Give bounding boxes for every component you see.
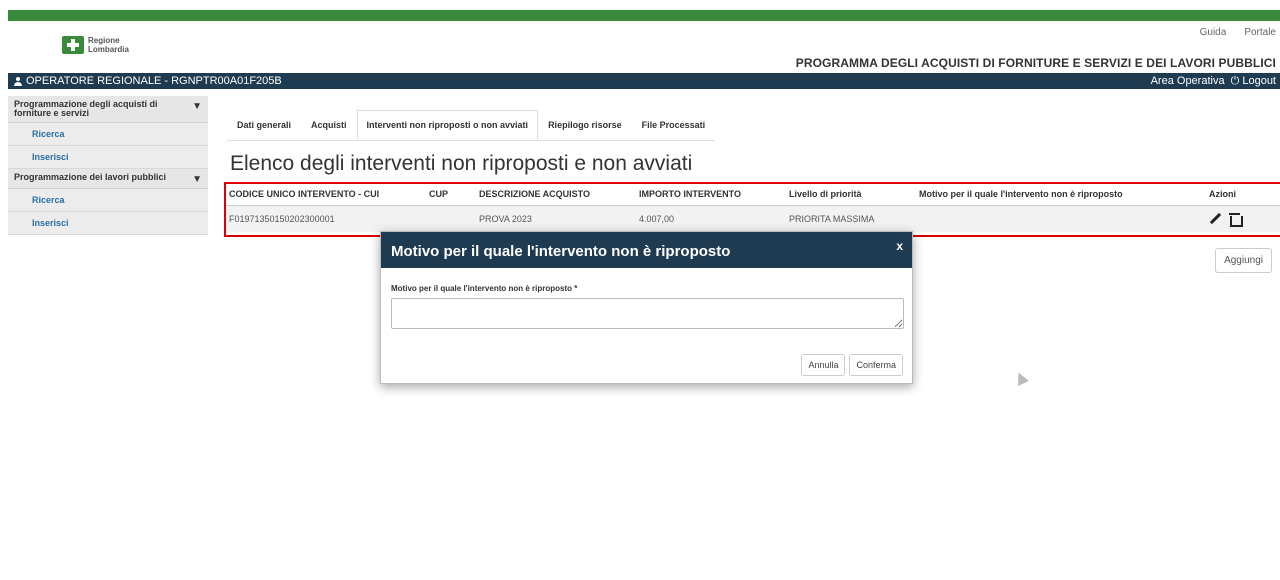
- col-priorita: Livello di priorità: [785, 183, 915, 206]
- logo-line-1: Regione: [88, 36, 120, 45]
- conferma-button[interactable]: Conferma: [849, 354, 903, 376]
- motivo-textarea[interactable]: [391, 298, 904, 329]
- tab-bar: Dati generali Acquisti Interventi non ri…: [227, 110, 716, 141]
- top-color-strip: [8, 10, 1280, 21]
- sidebar-item-lavori-inserisci[interactable]: Inserisci: [8, 212, 208, 235]
- col-azioni: Azioni: [1205, 183, 1280, 206]
- col-cup: CUP: [425, 183, 475, 206]
- power-icon: ⏻: [1230, 74, 1240, 87]
- mouse-cursor-icon: [1013, 370, 1029, 386]
- user-name: OPERATORE REGIONALE - RGNPTR00A01F205B: [26, 75, 282, 87]
- chevron-down-icon: ▼: [192, 101, 202, 112]
- cell-motivo: [915, 205, 1205, 232]
- col-importo: IMPORTO INTERVENTO: [635, 183, 785, 206]
- cell-importo: 4.007,00: [635, 205, 785, 232]
- delete-trash-icon[interactable]: [1229, 212, 1243, 227]
- tab-file-processati[interactable]: File Processati: [632, 110, 716, 140]
- user-bar: OPERATORE REGIONALE - RGNPTR00A01F205B A…: [8, 73, 1280, 89]
- page-title: Elenco degli interventi non riproposti e…: [230, 152, 693, 175]
- interventi-table: CODICE UNICO INTERVENTO - CUI CUP DESCRI…: [225, 183, 1280, 232]
- edit-pencil-icon[interactable]: [1209, 212, 1223, 226]
- regione-lombardia-logo[interactable]: Regione Lombardia: [62, 36, 129, 54]
- tab-interventi-non-riproposti[interactable]: Interventi non riproposti o non avviati: [356, 110, 539, 140]
- tab-riepilogo-risorse[interactable]: Riepilogo risorse: [538, 110, 632, 140]
- table-row: F01971350150202300001 PROVA 2023 4.007,0…: [225, 205, 1280, 232]
- chevron-down-icon: ▼: [192, 174, 202, 185]
- cell-azioni: [1205, 205, 1280, 232]
- close-icon[interactable]: x: [896, 239, 903, 253]
- logout-link[interactable]: ⏻ Logout: [1231, 75, 1276, 88]
- cell-descrizione: PROVA 2023: [475, 205, 635, 232]
- lombardia-rose-icon: [62, 36, 84, 54]
- top-links: Guida Portale: [1200, 27, 1276, 38]
- cell-cui: F01971350150202300001: [225, 205, 425, 232]
- col-cui: CODICE UNICO INTERVENTO - CUI: [225, 183, 425, 206]
- tab-dati-generali[interactable]: Dati generali: [227, 110, 301, 140]
- cell-cup: [425, 205, 475, 232]
- cell-priorita: PRIORITA MASSIMA: [785, 205, 915, 232]
- sidebar-group-lavori[interactable]: Programmazione dei lavori pubblici ▼: [8, 169, 208, 189]
- col-descrizione: DESCRIZIONE ACQUISTO: [475, 183, 635, 206]
- col-motivo: Motivo per il quale l'intervento non è r…: [915, 183, 1205, 206]
- portale-link[interactable]: Portale: [1244, 27, 1276, 38]
- sidebar-group-acquisti[interactable]: Programmazione degli acquisti di fornitu…: [8, 96, 208, 123]
- sidebar: Programmazione degli acquisti di fornitu…: [8, 96, 208, 235]
- sidebar-item-acquisti-ricerca[interactable]: Ricerca: [8, 123, 208, 146]
- motivo-field-label: Motivo per il quale l'intervento non è r…: [391, 284, 578, 293]
- dialog-title: Motivo per il quale l'intervento non è r…: [391, 243, 731, 260]
- program-title: PROGRAMMA DEGLI ACQUISTI DI FORNITURE E …: [795, 56, 1276, 70]
- guida-link[interactable]: Guida: [1200, 27, 1227, 38]
- motivo-dialog: Motivo per il quale l'intervento non è r…: [380, 231, 913, 384]
- user-icon: [14, 76, 22, 86]
- sidebar-item-acquisti-inserisci[interactable]: Inserisci: [8, 146, 208, 169]
- area-operativa-link[interactable]: Area Operativa: [1151, 75, 1225, 87]
- aggiungi-button[interactable]: Aggiungi: [1215, 248, 1272, 273]
- tab-acquisti[interactable]: Acquisti: [301, 110, 357, 140]
- logo-line-2: Lombardia: [88, 45, 129, 54]
- dialog-header: Motivo per il quale l'intervento non è r…: [381, 232, 912, 268]
- sidebar-item-lavori-ricerca[interactable]: Ricerca: [8, 189, 208, 212]
- table-header-row: CODICE UNICO INTERVENTO - CUI CUP DESCRI…: [225, 183, 1280, 206]
- annulla-button[interactable]: Annulla: [801, 354, 846, 376]
